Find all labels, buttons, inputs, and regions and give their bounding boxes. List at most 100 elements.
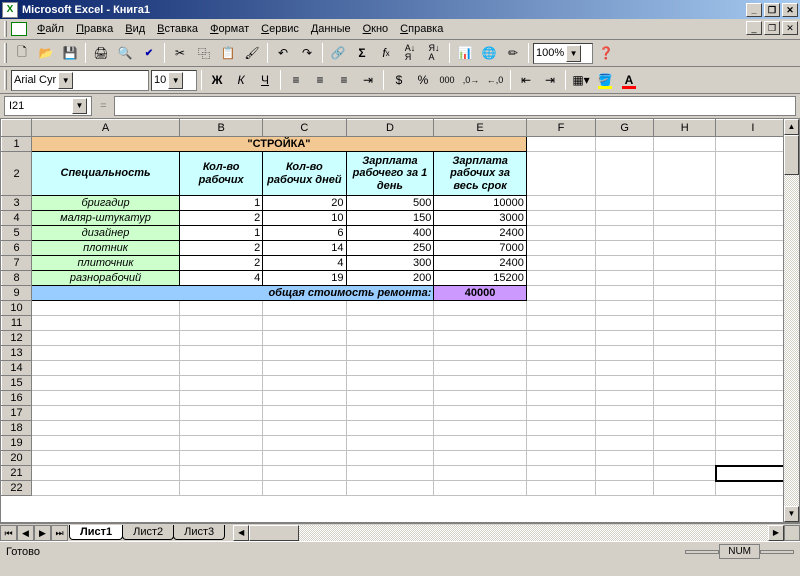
cell[interactable]	[346, 376, 434, 391]
cell[interactable]	[716, 451, 783, 466]
increase-indent-icon[interactable]: ⇥	[539, 69, 561, 91]
column-title[interactable]: Специальность	[32, 152, 180, 196]
cell[interactable]	[654, 271, 716, 286]
cell[interactable]	[716, 316, 783, 331]
row-header-10[interactable]: 10	[2, 301, 32, 316]
cell[interactable]	[180, 301, 263, 316]
close-button[interactable]: ✕	[782, 3, 798, 17]
cell[interactable]	[180, 331, 263, 346]
formula-equals-label[interactable]: =	[92, 100, 114, 112]
cell[interactable]	[596, 346, 654, 361]
cell[interactable]	[716, 481, 783, 496]
cell[interactable]	[263, 376, 346, 391]
cell[interactable]	[32, 346, 180, 361]
row-header-7[interactable]: 7	[2, 256, 32, 271]
column-header-E[interactable]: E	[434, 120, 526, 137]
cell[interactable]	[654, 346, 716, 361]
cell[interactable]	[654, 256, 716, 271]
total-cell[interactable]: 2400	[434, 226, 526, 241]
column-header-F[interactable]: F	[526, 120, 595, 137]
scroll-left-icon[interactable]: ◀	[233, 525, 249, 541]
cell[interactable]	[716, 152, 783, 196]
autosum-icon[interactable]: Σ	[351, 42, 373, 64]
cell[interactable]	[434, 376, 526, 391]
decrease-decimal-icon[interactable]: ←,0	[484, 69, 506, 91]
cell[interactable]	[716, 271, 783, 286]
cell[interactable]	[434, 406, 526, 421]
workers-cell[interactable]: 4	[180, 271, 263, 286]
cell[interactable]	[526, 211, 595, 226]
cell[interactable]	[263, 301, 346, 316]
italic-button[interactable]: К	[230, 69, 252, 91]
cell[interactable]	[654, 241, 716, 256]
name-box[interactable]: I21 ▼	[4, 96, 92, 116]
copy-icon[interactable]: ⿻	[193, 42, 215, 64]
cell[interactable]	[180, 316, 263, 331]
cell[interactable]	[346, 361, 434, 376]
spec-cell[interactable]: плиточник	[32, 256, 180, 271]
bold-button[interactable]: Ж	[206, 69, 228, 91]
hyperlink-icon[interactable]: 🔗	[327, 42, 349, 64]
rate-cell[interactable]: 200	[346, 271, 434, 286]
chevron-down-icon[interactable]: ▼	[566, 45, 581, 62]
column-title[interactable]: Кол-во рабочих дней	[263, 152, 346, 196]
cell[interactable]	[346, 391, 434, 406]
cell[interactable]	[32, 436, 180, 451]
column-header-I[interactable]: I	[716, 120, 783, 137]
cell[interactable]	[596, 271, 654, 286]
cell[interactable]	[346, 301, 434, 316]
zoom-combo[interactable]: 100% ▼	[533, 43, 593, 64]
percent-icon[interactable]: %	[412, 69, 434, 91]
cell[interactable]	[263, 331, 346, 346]
cell[interactable]	[32, 391, 180, 406]
total-cell[interactable]: 2400	[434, 256, 526, 271]
row-header-15[interactable]: 15	[2, 376, 32, 391]
cell[interactable]	[596, 436, 654, 451]
cell[interactable]	[263, 436, 346, 451]
cell[interactable]	[716, 196, 783, 211]
column-header-H[interactable]: H	[654, 120, 716, 137]
cell[interactable]	[526, 466, 595, 481]
decrease-indent-icon[interactable]: ⇤	[515, 69, 537, 91]
cell[interactable]	[654, 137, 716, 152]
cell[interactable]	[526, 331, 595, 346]
cell[interactable]	[180, 451, 263, 466]
row-header-5[interactable]: 5	[2, 226, 32, 241]
cell[interactable]	[526, 346, 595, 361]
tab-nav-next-icon[interactable]: ▶	[34, 525, 51, 541]
cell[interactable]	[716, 406, 783, 421]
cell[interactable]	[32, 481, 180, 496]
cell[interactable]	[263, 316, 346, 331]
cell[interactable]	[596, 361, 654, 376]
cell[interactable]	[596, 196, 654, 211]
format-painter-icon[interactable]: 🖌	[241, 42, 263, 64]
scroll-up-icon[interactable]: ▲	[784, 119, 799, 135]
cell[interactable]	[346, 466, 434, 481]
maximize-button[interactable]: ❐	[764, 3, 780, 17]
font-size-combo[interactable]: 10 ▼	[151, 70, 197, 91]
cell[interactable]	[526, 361, 595, 376]
cell[interactable]	[346, 421, 434, 436]
days-cell[interactable]: 19	[263, 271, 346, 286]
column-header-G[interactable]: G	[596, 120, 654, 137]
cell[interactable]	[526, 226, 595, 241]
cell[interactable]	[716, 421, 783, 436]
cell[interactable]	[32, 301, 180, 316]
currency-icon[interactable]: $	[388, 69, 410, 91]
cell[interactable]	[32, 331, 180, 346]
redo-icon[interactable]: ↷	[296, 42, 318, 64]
scrollbar-thumb[interactable]	[784, 135, 799, 175]
tab-nav-prev-icon[interactable]: ◀	[17, 525, 34, 541]
cell[interactable]	[654, 451, 716, 466]
rate-cell[interactable]: 250	[346, 241, 434, 256]
tab-nav-first-icon[interactable]: ⏮	[0, 525, 17, 541]
cell[interactable]	[32, 421, 180, 436]
row-header-1[interactable]: 1	[2, 137, 32, 152]
cell[interactable]	[596, 451, 654, 466]
chevron-down-icon[interactable]: ▼	[168, 72, 183, 89]
spec-cell[interactable]: разнорабочий	[32, 271, 180, 286]
cell[interactable]	[434, 301, 526, 316]
rate-cell[interactable]: 500	[346, 196, 434, 211]
cell[interactable]	[263, 346, 346, 361]
cell[interactable]	[596, 406, 654, 421]
